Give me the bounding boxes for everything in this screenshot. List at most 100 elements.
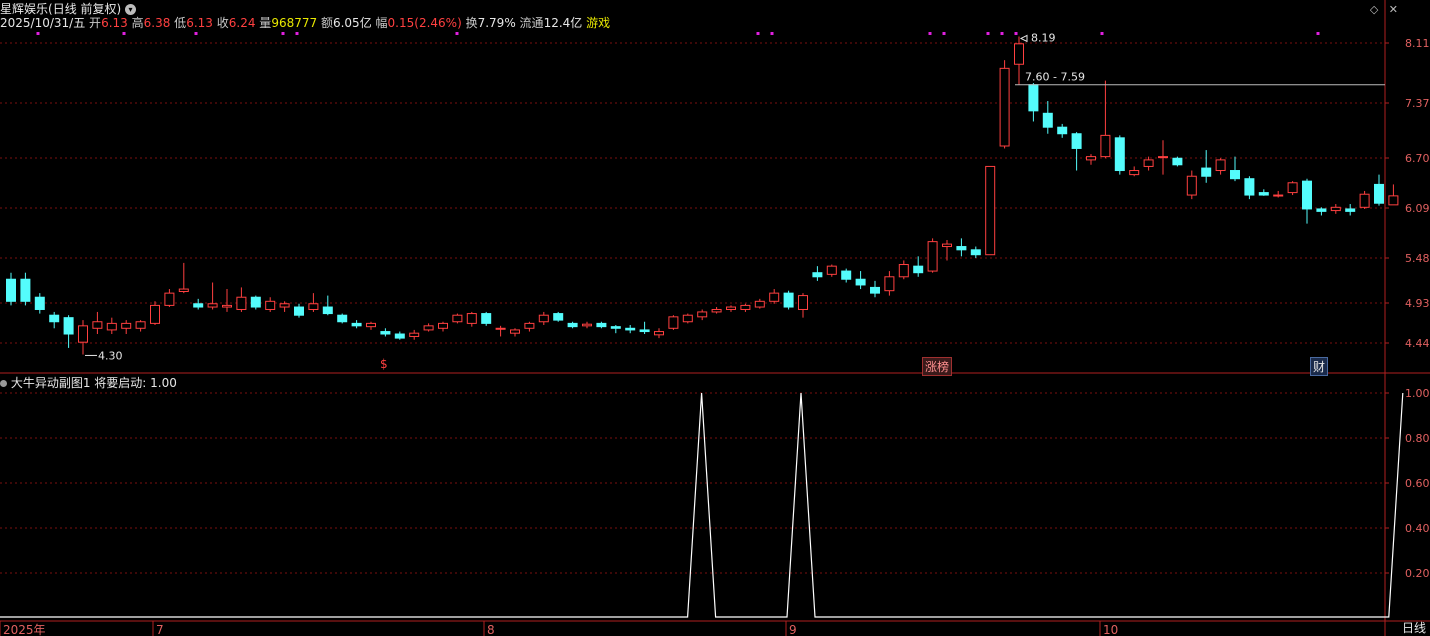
time-tick-label: 9	[789, 623, 797, 636]
candle-body	[1287, 182, 1298, 194]
candle-body	[135, 321, 146, 329]
candle-body	[798, 295, 808, 310]
candle-body	[1057, 126, 1068, 135]
candle-body	[841, 270, 852, 280]
candle-body	[567, 322, 578, 328]
candle-body	[394, 333, 405, 339]
candle-body	[1114, 137, 1125, 172]
event-marker	[455, 32, 459, 35]
candle-body	[265, 300, 276, 310]
sub-tick-label: 0.60	[1405, 477, 1430, 490]
candle-body	[366, 322, 376, 328]
gap-label: 7.60 - 7.59	[1025, 71, 1085, 84]
price-tick-label: 4.93	[1405, 297, 1430, 310]
candle-body	[1374, 183, 1384, 204]
candle-body	[1071, 133, 1082, 149]
event-marker	[986, 32, 990, 35]
low-marker-label: 4.30	[98, 349, 123, 362]
event-tag-cai[interactable]: 财	[1310, 357, 1329, 376]
high-arrow-icon	[1019, 34, 1028, 43]
chart-canvas[interactable]: 8.11 7.37 6.70 6.09 5.48 4.93 4.44 8.19 4.30 7.60…	[0, 0, 1430, 636]
candle-body	[711, 308, 722, 313]
event-marker	[295, 32, 299, 35]
candle-body	[625, 327, 636, 331]
candle-body	[308, 303, 319, 310]
candle-body	[654, 331, 664, 336]
price-tick-label: 7.37	[1405, 97, 1430, 110]
candle-body	[34, 296, 45, 310]
candle-body	[1158, 156, 1168, 159]
candle-body	[884, 276, 895, 292]
candle-body	[78, 325, 88, 343]
candle-body	[985, 165, 996, 256]
candle-body	[337, 314, 348, 323]
candle-body	[49, 314, 60, 323]
candle-body	[668, 316, 679, 329]
event-marker	[1100, 32, 1104, 35]
time-tick-label: 7	[156, 623, 164, 636]
candle-body	[1042, 112, 1053, 128]
event-marker	[36, 32, 40, 35]
candle-body	[250, 296, 261, 308]
candle-body	[1345, 208, 1356, 212]
candle-body	[1316, 208, 1327, 212]
sub-indicator-line-value: 1.00	[150, 376, 177, 390]
price-tick-label: 8.11	[1405, 37, 1430, 50]
candle-body	[610, 326, 621, 329]
event-marker	[1014, 32, 1018, 35]
sub-indicator-line-label: 将要启动:	[94, 376, 151, 390]
candle-body	[20, 278, 31, 302]
price-tick-label: 5.48	[1405, 252, 1430, 265]
candle-body	[538, 314, 549, 323]
event-tag-zhangbang[interactable]: 涨榜	[922, 357, 953, 376]
candle-body	[726, 306, 736, 310]
candle-body	[1359, 193, 1370, 208]
candle-body	[510, 329, 520, 334]
candle-body	[783, 292, 794, 308]
signal-line	[0, 392, 1404, 618]
candle-body	[6, 278, 16, 302]
candle-body	[164, 292, 175, 306]
candle-body	[409, 332, 420, 337]
candle-body	[1201, 167, 1212, 177]
high-marker-label: 8.19	[1031, 31, 1056, 44]
candle-body	[1258, 192, 1269, 196]
event-marker	[756, 32, 760, 35]
candle-body	[553, 313, 564, 321]
candle-body	[769, 292, 780, 302]
candle-body	[942, 243, 952, 248]
candle-body	[697, 311, 708, 318]
candle-body	[956, 246, 967, 251]
candle-body	[63, 317, 74, 335]
event-marker	[281, 32, 285, 35]
event-marker	[194, 32, 198, 35]
candle-body	[466, 313, 477, 324]
candle-body	[1388, 195, 1399, 206]
candle-body	[150, 304, 160, 324]
candle-body	[423, 325, 434, 331]
event-marker	[1000, 32, 1004, 35]
sub-tick-label: 0.80	[1405, 432, 1430, 445]
candle-body	[1100, 134, 1111, 158]
candle-body	[999, 67, 1010, 147]
candle-body	[927, 241, 938, 272]
candle-body	[438, 322, 448, 329]
candle-body	[898, 264, 909, 278]
event-marker	[928, 32, 932, 35]
candle-body	[121, 322, 132, 329]
candle-body	[236, 296, 247, 310]
event-tag-s[interactable]: $	[378, 357, 390, 371]
candle-body	[855, 278, 866, 286]
time-tick-label: 8	[487, 623, 495, 636]
candle-body	[596, 322, 607, 328]
candle-body	[639, 329, 650, 333]
candle-body	[193, 303, 204, 308]
candle-body	[524, 322, 535, 329]
candle-body	[1143, 159, 1154, 167]
candle-body	[1014, 43, 1024, 65]
event-marker	[942, 32, 946, 35]
candle-body	[106, 322, 117, 331]
candle-body	[351, 322, 362, 327]
time-tick-label: 2025年	[3, 623, 46, 636]
period-button[interactable]: 日线	[1402, 619, 1426, 636]
